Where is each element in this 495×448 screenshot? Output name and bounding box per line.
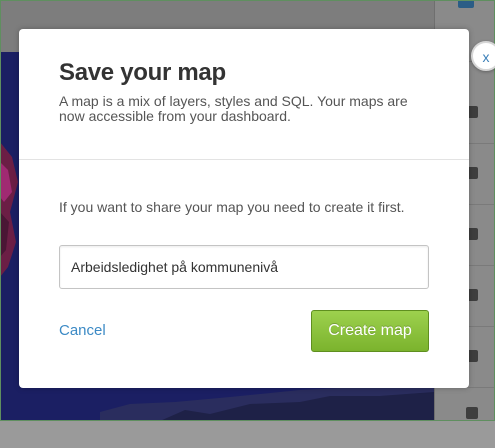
share-instructions: If you want to share your map you need t… [59,199,405,215]
toolbar-item-histogram[interactable] [435,387,495,448]
dialog-divider [19,159,469,160]
cancel-button[interactable]: Cancel [59,322,106,339]
histogram-icon [466,407,478,419]
dialog-title: Save your map [59,59,226,86]
create-map-button[interactable]: Create map [311,310,429,352]
map-region [0,142,18,277]
save-map-dialog: Save your map A map is a mix of layers, … [19,29,495,388]
map-name-input[interactable] [59,245,429,289]
layers-icon [458,0,474,8]
close-icon[interactable]: x [471,41,495,71]
dialog-description: A map is a mix of layers, styles and SQL… [59,93,408,124]
